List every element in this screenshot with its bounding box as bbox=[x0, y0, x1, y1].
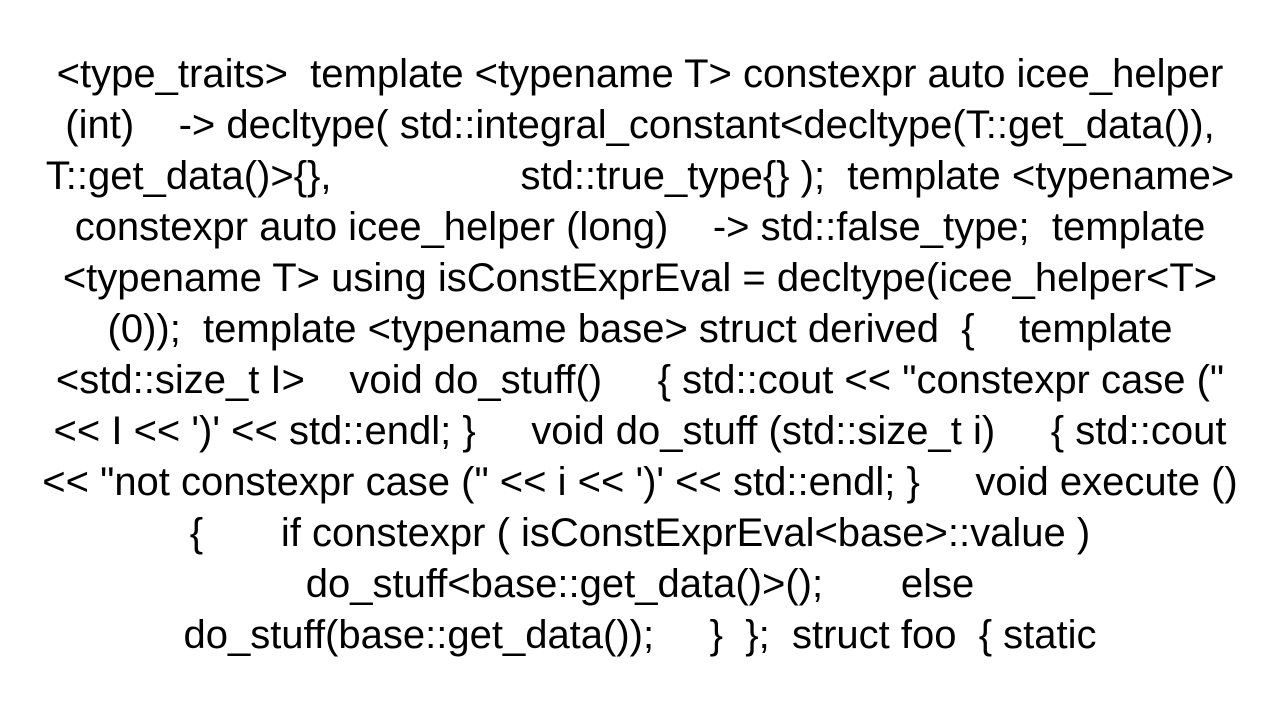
code-text-block: <type_traits> template <typename T> cons… bbox=[0, 0, 1280, 720]
code-content: <type_traits> template <typename T> cons… bbox=[30, 49, 1250, 661]
